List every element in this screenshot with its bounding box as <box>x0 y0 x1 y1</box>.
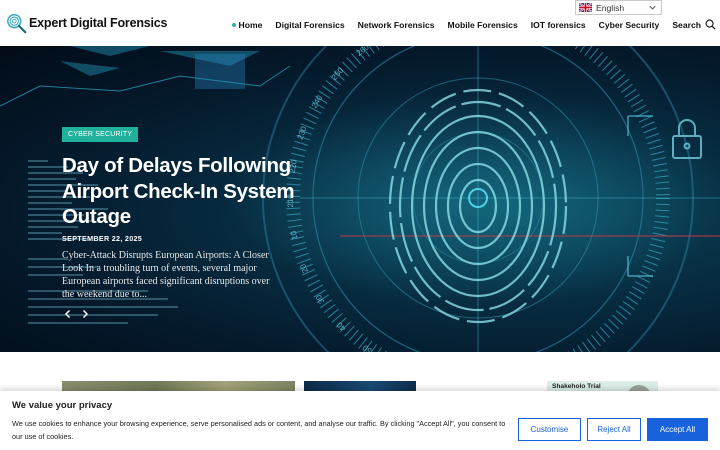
customise-button[interactable]: Customise <box>518 418 581 441</box>
dial-number: 50 <box>361 343 374 352</box>
category-badge[interactable]: CYBER SECURITY <box>62 127 139 142</box>
dial-number: 260 <box>355 46 371 58</box>
nav-iot-forensics[interactable]: IOT forensics <box>531 20 586 30</box>
nav-search[interactable]: Search <box>672 19 716 30</box>
nav-home-label: Home <box>238 19 263 30</box>
dial-number: 20 <box>298 262 310 274</box>
cookie-consent-banner: We value your privacy We use cookies to … <box>0 391 720 450</box>
accept-all-button[interactable]: Accept All <box>647 418 708 441</box>
dial-number: 240 <box>310 93 325 110</box>
nav-home[interactable]: Home <box>231 19 263 30</box>
nav-mobile-forensics[interactable]: Mobile Forensics <box>448 20 518 30</box>
reject-all-button[interactable]: Reject All <box>587 418 641 441</box>
site-logo[interactable]: Expert Digital Forensics <box>6 12 168 34</box>
dial-number: 10 <box>289 230 300 241</box>
uk-flag-icon <box>579 3 592 12</box>
hero-date: SEPTEMBER 22, 2025 <box>62 234 143 243</box>
sidebar-card-label: Shakeholo Trial <box>552 383 601 390</box>
active-dot-icon <box>231 22 236 27</box>
dial-number: 40 <box>335 320 348 333</box>
nav-search-label: Search <box>672 19 701 30</box>
hero-slider[interactable]: 3003102902802702602502402302202101020304… <box>0 46 720 352</box>
nav-cyber-security[interactable]: Cyber Security <box>599 20 660 30</box>
search-icon <box>705 19 716 30</box>
hero-excerpt: Cyber-Attack Disrupts European Airports:… <box>62 250 270 300</box>
next-slide-arrow-icon[interactable] <box>80 309 90 319</box>
site-header: Expert Digital Forensics English Home Di… <box>0 0 720 46</box>
dial-number: 30 <box>314 293 327 306</box>
language-label: English <box>596 2 625 13</box>
hero-headline[interactable]: Day of Delays Following Airport Check-In… <box>62 153 312 230</box>
fingerprint-logo-icon <box>7 14 27 34</box>
dial-number: 250 <box>330 65 346 81</box>
language-selector[interactable]: English <box>575 0 662 15</box>
previous-slide-arrow-icon[interactable] <box>63 309 73 319</box>
site-title: Expert Digital Forensics <box>29 16 168 30</box>
dial-number: 230 <box>296 125 309 141</box>
cookie-title: We value your privacy <box>12 400 113 411</box>
main-nav: Home Digital Forensics Network Forensics… <box>219 19 717 30</box>
nav-digital-forensics[interactable]: Digital Forensics <box>275 20 344 30</box>
chevron-down-icon <box>649 5 656 10</box>
cookie-description: We use cookies to enhance your browsing … <box>12 419 506 441</box>
nav-network-forensics[interactable]: Network Forensics <box>358 20 435 30</box>
